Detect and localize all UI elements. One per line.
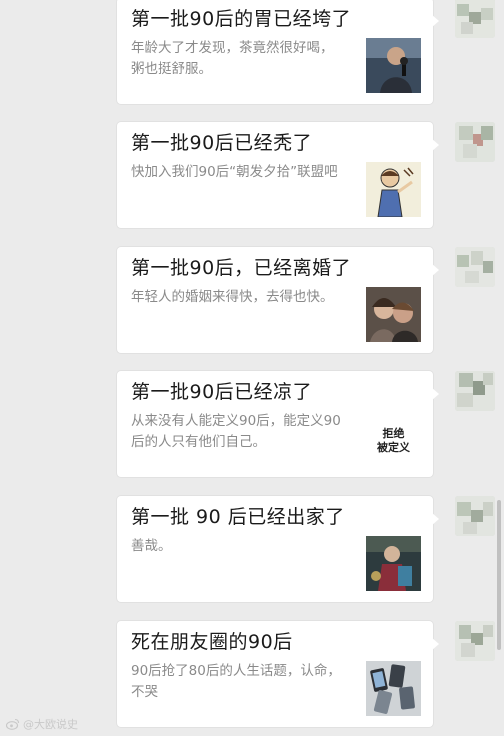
watermark: @大欧说史 [5,716,78,732]
article-card[interactable]: 第一批90后已经凉了 从来没有人能定义90后，能定义90后的人只有他们自己。 拒… [117,371,439,477]
article-title: 第一批90后已经凉了 [131,381,313,403]
article-thumbnail[interactable] [366,162,421,217]
article-description: 90后抢了80后的人生话题，认命，不哭 [131,663,341,700]
bubble-tail [431,637,439,651]
chat-message: 第一批90后的胃已经垮了 年龄大了才发现，茶竟然很好喝，粥也挺舒服。 [0,0,504,108]
watermark-text: @大欧说史 [23,718,78,731]
article-description: 善哉。 [131,538,172,554]
article-card[interactable]: 第一批90后已经秃了 快加入我们90后“朝发夕拾”联盟吧 [117,122,439,228]
article-description: 年龄大了才发现，茶竟然很好喝，粥也挺舒服。 [131,40,334,77]
blurred-avatar-icon [455,122,495,162]
thumbnail-text-line1: 拒绝 [383,426,405,440]
photo-monk-image [366,536,421,591]
photo-phones-image [366,661,421,716]
article-thumbnail[interactable] [366,661,421,716]
photo-couple-image [366,287,421,342]
cartoon-man-hair-image [366,162,421,217]
bubble-tail [431,138,439,152]
bubble-tail [431,387,439,401]
blurred-avatar-icon [455,496,495,536]
article-description: 年轻人的婚姻来得快，去得也快。 [131,289,334,305]
blurred-avatar-icon [455,247,495,287]
article-title: 死在朋友圈的90后 [131,631,293,653]
article-card[interactable]: 第一批 90 后已经出家了 善哉。 [117,496,439,602]
avatar[interactable] [455,496,495,536]
scrollbar[interactable] [497,500,501,650]
text-graphic-image: 拒绝 被定义 [366,411,421,466]
avatar[interactable] [455,247,495,287]
article-thumbnail[interactable]: 拒绝 被定义 [366,411,421,466]
article-card[interactable]: 第一批90后的胃已经垮了 年龄大了才发现，茶竟然很好喝，粥也挺舒服。 [117,0,439,104]
chat-message: 第一批90后，已经离婚了 年轻人的婚姻来得快，去得也快。 [0,247,504,357]
chat-window: 第一批90后的胃已经垮了 年龄大了才发现，茶竟然很好喝，粥也挺舒服。 第一批90… [0,0,504,736]
article-thumbnail[interactable] [366,536,421,591]
avatar[interactable] [455,122,495,162]
avatar[interactable] [455,371,495,411]
chat-message: 第一批90后已经凉了 从来没有人能定义90后，能定义90后的人只有他们自己。 拒… [0,371,504,481]
article-description: 从来没有人能定义90后，能定义90后的人只有他们自己。 [131,413,341,450]
blurred-avatar-icon [455,371,495,411]
article-title: 第一批90后的胃已经垮了 [131,8,352,30]
chat-message: 第一批 90 后已经出家了 善哉。 [0,496,504,606]
weibo-icon [5,718,20,730]
chat-message: 死在朋友圈的90后 90后抢了80后的人生话题，认命，不哭 [0,621,504,731]
bubble-tail [431,263,439,277]
article-thumbnail[interactable] [366,287,421,342]
avatar[interactable] [455,621,495,661]
bubble-tail [431,512,439,526]
article-title: 第一批 90 后已经出家了 [131,506,345,528]
article-card[interactable]: 第一批90后，已经离婚了 年轻人的婚姻来得快，去得也快。 [117,247,439,353]
bubble-tail [431,14,439,28]
article-title: 第一批90后，已经离婚了 [131,257,352,279]
article-description: 快加入我们90后“朝发夕拾”联盟吧 [131,164,338,180]
article-title: 第一批90后已经秃了 [131,132,313,154]
thumbnail-text-line2: 被定义 [377,440,411,454]
article-thumbnail[interactable] [366,38,421,93]
avatar[interactable] [455,0,495,38]
chat-message: 第一批90后已经秃了 快加入我们90后“朝发夕拾”联盟吧 [0,122,504,232]
photo-man-microphone-image [366,38,421,93]
blurred-avatar-icon [455,0,495,38]
article-card[interactable]: 死在朋友圈的90后 90后抢了80后的人生话题，认命，不哭 [117,621,439,727]
blurred-avatar-icon [455,621,495,661]
